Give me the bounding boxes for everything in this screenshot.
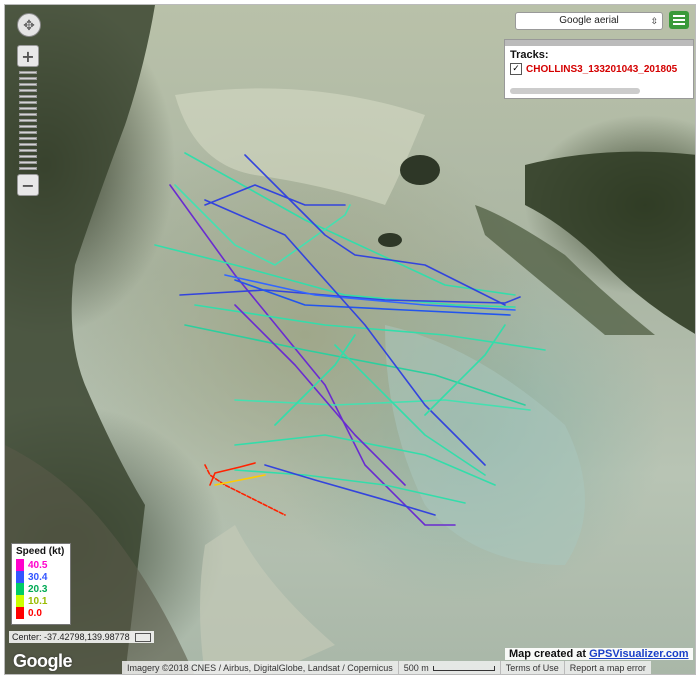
select-arrows-icon: ⇳ xyxy=(650,16,658,26)
ruler-icon[interactable] xyxy=(135,633,152,643)
gpsvisualizer-link[interactable]: GPSVisualizer.com xyxy=(589,648,688,660)
map-type-select[interactable]: Google aerial ⇳ xyxy=(515,12,663,30)
legend-swatch xyxy=(16,583,24,595)
menu-icon[interactable] xyxy=(669,11,689,29)
map-imagery xyxy=(5,5,695,674)
legend-entry: 0.0 xyxy=(16,607,66,619)
report-error-link[interactable]: Report a map error xyxy=(565,661,651,674)
zoom-out-button[interactable]: − xyxy=(17,174,39,196)
zoom-slider[interactable] xyxy=(19,71,37,170)
terms-link[interactable]: Terms of Use xyxy=(501,661,565,674)
center-coordinates: Center: -37.42798,139.98778 xyxy=(9,631,155,644)
scale-bar: 500 m xyxy=(399,661,501,674)
pan-compass-icon[interactable]: ✥ xyxy=(17,13,41,37)
legend-swatch xyxy=(16,559,24,571)
map-credit: Map created at GPSVisualizer.com xyxy=(505,648,693,660)
tracks-title: Tracks: xyxy=(510,49,549,61)
zoom-control: ✥ + − xyxy=(17,13,41,196)
legend-entry: 40.5 xyxy=(16,559,66,571)
map-type-label: Google aerial xyxy=(559,15,619,26)
tracks-panel: Tracks: ✓ CHOLLINS3_133201043_201805 xyxy=(504,39,694,99)
tracks-scrollbar[interactable] xyxy=(510,88,640,94)
legend-entry: 30.4 xyxy=(16,571,66,583)
google-logo[interactable]: Google xyxy=(13,651,73,672)
legend-entry: 10.1 xyxy=(16,595,66,607)
zoom-in-button[interactable]: + xyxy=(17,45,39,67)
legend-swatch xyxy=(16,607,24,619)
attribution-bar: Imagery ©2018 CNES / Airbus, DigitalGlob… xyxy=(122,661,651,674)
legend-swatch xyxy=(16,571,24,583)
legend-entry: 20.3 xyxy=(16,583,66,595)
track-name[interactable]: CHOLLINS3_133201043_201805 xyxy=(526,64,677,75)
track-row[interactable]: ✓ CHOLLINS3_133201043_201805 xyxy=(505,62,693,76)
legend-title: Speed (kt) xyxy=(16,546,65,557)
legend-swatch xyxy=(16,595,24,607)
track-checkbox[interactable]: ✓ xyxy=(510,63,522,75)
map-canvas[interactable]: ✥ + − Google aerial ⇳ Tracks: ✓ CHOLLINS… xyxy=(4,4,696,675)
imagery-attribution: Imagery ©2018 CNES / Airbus, DigitalGlob… xyxy=(122,661,399,674)
scale-bar-icon xyxy=(432,666,495,672)
speed-legend: Speed (kt) 40.5 30.4 20.3 10.1 0.0 xyxy=(11,543,71,625)
